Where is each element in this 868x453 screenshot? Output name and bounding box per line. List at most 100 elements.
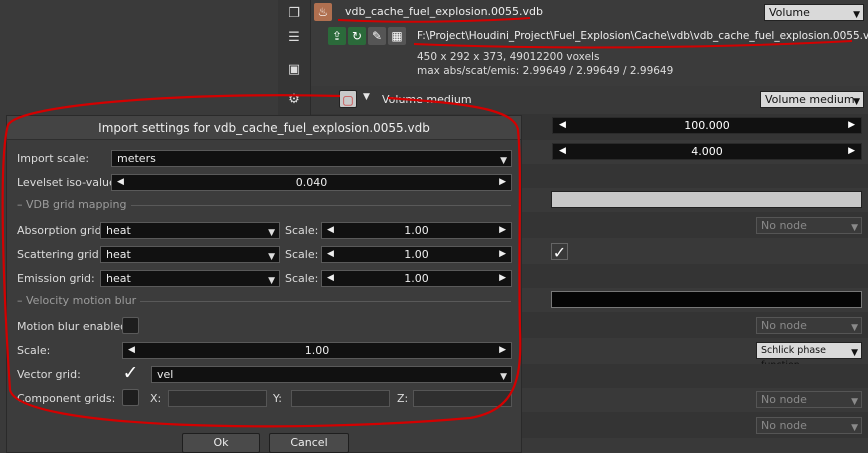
- cancel-button[interactable]: Cancel: [269, 433, 349, 453]
- velocity-scale-label: Scale:: [17, 344, 51, 357]
- emission-scale-value: 1.00: [404, 272, 429, 285]
- max-info: max abs/scat/emis: 2.99649 / 2.99649 / 2…: [417, 65, 674, 77]
- expand-icon[interactable]: ▼: [363, 92, 370, 102]
- scattering-grid-select[interactable]: heat ▼: [100, 246, 280, 263]
- velocity-scale-value: 1.00: [304, 344, 330, 357]
- bg-slider-1[interactable]: ◀ 100.000 ▶: [552, 117, 862, 134]
- absorption-scale-slider[interactable]: ◀ 1.00 ▶: [321, 222, 512, 239]
- import-icon[interactable]: ⇪: [328, 27, 346, 45]
- scattering-scale-label: Scale:: [285, 248, 319, 261]
- arrow-left-icon[interactable]: ◀: [559, 118, 566, 133]
- medium-select-value: Volume medium: [765, 93, 855, 106]
- film-icon[interactable]: ▦: [388, 27, 406, 45]
- copy-icon[interactable]: ❐: [286, 6, 302, 22]
- vector-grid-checkbox[interactable]: ✓: [122, 364, 139, 383]
- arrow-left-icon[interactable]: ◀: [559, 144, 566, 159]
- dialog-title[interactable]: Import settings for vdb_cache_fuel_explo…: [7, 116, 521, 140]
- emission-grid-value: heat: [106, 272, 131, 285]
- file-name: vdb_cache_fuel_explosion.0055.vdb: [345, 5, 544, 18]
- import-settings-dialog: Import settings for vdb_cache_fuel_explo…: [6, 115, 522, 453]
- node-select-2[interactable]: No node ▼: [756, 317, 862, 334]
- absorption-scale-label: Scale:: [285, 224, 319, 237]
- node-select-2-value: No node: [761, 319, 807, 332]
- chevron-down-icon: ▼: [851, 323, 858, 333]
- file-path: F:\Project\Houdini_Project\Fuel_Explosio…: [417, 30, 868, 42]
- node-select-1-value: No node: [761, 219, 807, 232]
- vector-grid-label: Vector grid:: [17, 368, 81, 381]
- node-icon[interactable]: ⚙: [286, 92, 302, 108]
- component-grids-checkbox[interactable]: [122, 389, 139, 406]
- chevron-down-icon: ▼: [268, 228, 275, 238]
- import-scale-select[interactable]: meters ▼: [111, 150, 512, 167]
- vector-grid-select[interactable]: vel ▼: [151, 366, 512, 383]
- chevron-down-icon: ▼: [851, 223, 858, 233]
- component-x-field[interactable]: [168, 390, 267, 407]
- type-select-value: Volume: [769, 6, 810, 19]
- color-swatch-light[interactable]: [551, 191, 862, 208]
- chevron-down-icon: ▼: [853, 10, 860, 20]
- chevron-down-icon: ▼: [500, 372, 507, 382]
- scattering-scale-value: 1.00: [404, 248, 429, 261]
- vdb-section-text: VDB grid mapping: [26, 198, 127, 211]
- chevron-down-icon: ▼: [851, 423, 858, 433]
- reload-icon[interactable]: ↻: [348, 27, 366, 45]
- ok-button[interactable]: Ok: [182, 433, 260, 453]
- chevron-down-icon: ▼: [853, 97, 860, 107]
- node-select-3[interactable]: No node ▼: [756, 391, 862, 408]
- color-swatch-dark[interactable]: [551, 291, 862, 308]
- volume-icon[interactable]: ♨: [314, 3, 332, 21]
- bg-slider-1-value: 100.000: [684, 119, 730, 132]
- levelset-value: 0.040: [295, 176, 328, 189]
- arrow-right-icon[interactable]: ▶: [499, 175, 506, 190]
- emission-scale-slider[interactable]: ◀ 1.00 ▶: [321, 270, 512, 287]
- voxel-info: 450 x 292 x 373, 49012200 voxels: [417, 51, 600, 63]
- scattering-label: Scattering grid:: [17, 248, 103, 261]
- import-scale-label: Import scale:: [17, 152, 90, 165]
- emission-scale-label: Scale:: [285, 272, 319, 285]
- medium-icon[interactable]: ▢: [339, 90, 357, 108]
- arrow-right-icon[interactable]: ▶: [499, 247, 506, 262]
- vdb-section-header: – VDB grid mapping: [17, 198, 511, 212]
- node-select-4-value: No node: [761, 419, 807, 432]
- emission-grid-select[interactable]: heat ▼: [100, 270, 280, 287]
- chevron-down-icon: ▼: [268, 252, 275, 262]
- arrow-left-icon[interactable]: ◀: [327, 271, 334, 286]
- image-icon[interactable]: ▣: [286, 62, 302, 78]
- type-select[interactable]: Volume ▼: [764, 4, 864, 21]
- arrow-right-icon[interactable]: ▶: [848, 144, 855, 159]
- component-y-field[interactable]: [291, 390, 390, 407]
- node-select-1[interactable]: No node ▼: [756, 217, 862, 234]
- arrow-right-icon[interactable]: ▶: [499, 223, 506, 238]
- arrow-right-icon[interactable]: ▶: [848, 118, 855, 133]
- phase-function-select[interactable]: Schlick phase function▼: [756, 342, 862, 371]
- emission-label: Emission grid:: [17, 272, 95, 285]
- velocity-section-title: – Velocity motion blur: [17, 294, 141, 307]
- absorption-grid-value: heat: [106, 224, 131, 237]
- component-z-label: Z:: [397, 392, 409, 405]
- vdb-section-title: – VDB grid mapping: [17, 198, 131, 211]
- velocity-scale-slider[interactable]: ◀ 1.00 ▶: [122, 342, 512, 359]
- node-select-3-value: No node: [761, 393, 807, 406]
- absorption-grid-select[interactable]: heat ▼: [100, 222, 280, 239]
- arrow-left-icon[interactable]: ◀: [128, 343, 135, 358]
- component-x-label: X:: [150, 392, 162, 405]
- arrow-left-icon[interactable]: ◀: [327, 247, 334, 262]
- bg-checkbox[interactable]: ✓: [551, 243, 568, 261]
- arrow-right-icon[interactable]: ▶: [499, 271, 506, 286]
- levelset-slider[interactable]: ◀ 0.040 ▶: [111, 174, 512, 191]
- arrow-right-icon[interactable]: ▶: [499, 343, 506, 358]
- vector-grid-value: vel: [157, 368, 174, 381]
- motion-blur-checkbox[interactable]: [122, 317, 139, 334]
- list-icon[interactable]: ☰: [286, 30, 302, 46]
- wrench-icon[interactable]: ✎: [368, 27, 386, 45]
- bg-slider-2[interactable]: ◀ 4.000 ▶: [552, 143, 862, 160]
- medium-label: Volume medium: [382, 93, 472, 106]
- arrow-left-icon[interactable]: ◀: [117, 175, 124, 190]
- component-z-field[interactable]: [413, 390, 512, 407]
- node-select-4[interactable]: No node ▼: [756, 417, 862, 434]
- scattering-grid-value: heat: [106, 248, 131, 261]
- medium-select[interactable]: Volume medium ▼: [760, 91, 864, 108]
- arrow-left-icon[interactable]: ◀: [327, 223, 334, 238]
- scattering-scale-slider[interactable]: ◀ 1.00 ▶: [321, 246, 512, 263]
- component-grids-label: Component grids:: [17, 392, 116, 405]
